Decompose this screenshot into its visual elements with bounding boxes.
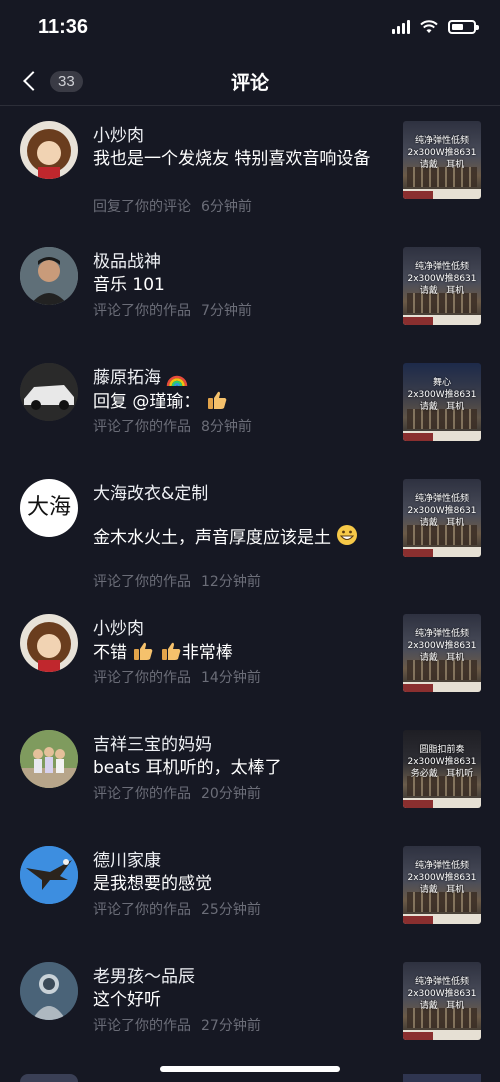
comment-item[interactable]: 极品战神 音乐 101 评论了你的作品 7分钟前 纯净弹性低频 2x300W推86… [0, 233, 500, 343]
comment-action: 评论了你的作品 [93, 670, 191, 686]
comment-text: 不错 非常棒 [93, 641, 393, 665]
comment-item[interactable]: 小炒肉 不错 非常棒 评论了你的作品 14分钟前 纯净弹性低频 2x300W推86… [0, 600, 500, 710]
thumbnail-caption: 纯净弹性低频 2x300W推8631 请戴 耳机 [407, 861, 477, 895]
comment-action: 评论了你的作品 [93, 786, 191, 802]
comment-action: 评论了你的作品 [93, 902, 191, 918]
comment-text: beats 耳机听的，太棒了 [93, 758, 282, 778]
comment-text-body: 不错 [93, 643, 127, 663]
comment-time: 7分钟前 [201, 303, 252, 319]
comment-time: 8分钟前 [201, 419, 252, 435]
avatar[interactable] [20, 121, 78, 179]
video-thumbnail[interactable]: 纯净弹性低频 2x300W推8631 请戴 耳机 [403, 121, 481, 199]
nav-bar: 33 评论 [0, 56, 500, 106]
comment-action: 评论了你的作品 [93, 574, 191, 590]
comment-meta: 评论了你的作品 12分钟前 [93, 571, 261, 591]
comment-text: 音乐 101 [93, 275, 165, 295]
comment-item[interactable]: 藤原拓海 回复 @瑾瑜： 评论了你的作品 8分钟前 舞心 2x300W推8631 … [0, 349, 500, 459]
thumbnail-caption: 舞心 2x300W推8631 请戴 耳机 [407, 378, 477, 412]
thumbs-up-icon [207, 391, 227, 409]
page-title: 评论 [230, 72, 269, 94]
username[interactable]: 德川家康 [93, 846, 161, 871]
video-thumbnail[interactable]: 纯净弹性低频 2x300W推8631 请戴 耳机 [403, 962, 481, 1040]
wifi-icon [420, 20, 438, 33]
username[interactable]: 藤原拓海 [93, 363, 188, 388]
video-thumbnail[interactable]: 纯净弹性低频 2x300W推8631 请戴 耳机 [403, 479, 481, 557]
username[interactable]: 小炒肉 [93, 614, 144, 639]
status-bar: 11:36 [0, 0, 500, 56]
thumbnail-caption: 纯净弹性低频 2x300W推8631 请戴 耳机 [407, 262, 477, 296]
thumbnail-caption: 纯净弹性低频 2x300W推8631 请戴 耳机 [407, 136, 477, 170]
comment-text: 是我想要的感觉 [93, 874, 212, 894]
avatar[interactable] [20, 730, 78, 788]
comment-time: 6分钟前 [201, 199, 252, 215]
avatar[interactable] [20, 247, 78, 305]
comment-meta: 评论了你的作品 20分钟前 [93, 783, 261, 803]
comment-meta: 评论了你的作品 27分钟前 [93, 1015, 261, 1035]
thumbnail-caption: 纯净弹性低频 2x300W推8631 请戴 耳机 [407, 977, 477, 1011]
username[interactable]: 老男孩～品辰 [93, 962, 195, 987]
avatar[interactable] [20, 846, 78, 904]
comment-meta: 评论了你的作品 25分钟前 [93, 899, 261, 919]
thumbnail-caption: 纯净弹性低频 2x300W推8631 请戴 耳机 [407, 494, 477, 528]
battery-icon [448, 20, 479, 34]
thumbnail-caption: 纯净弹性低频 2x300W推8631 请戴 耳机 [407, 629, 477, 663]
comment-item-partial [0, 1074, 500, 1082]
avatar-text: 大海 [26, 495, 71, 520]
comment-text-body: 回复 @瑾瑜： [93, 392, 201, 412]
comment-text-suffix: 非常棒 [181, 643, 233, 663]
username[interactable]: 小炒肉 [93, 121, 144, 146]
avatar[interactable] [20, 363, 78, 421]
comment-item[interactable]: 德川家康 是我想要的感觉 评论了你的作品 25分钟前 纯净弹性低频 2x300W推… [0, 832, 500, 942]
comment-text: 金木水火土，声音厚度应该是土 [93, 524, 393, 550]
comment-text: 这个好听 [93, 990, 161, 1010]
comment-action: 评论了你的作品 [93, 1018, 191, 1034]
comment-text-body: 金木水火土，声音厚度应该是土 [93, 528, 331, 548]
comment-meta: 回复了你的评论 6分钟前 [93, 196, 252, 216]
username[interactable]: 大海改衣&定制 [93, 479, 208, 504]
video-thumbnail[interactable]: 纯净弹性低频 2x300W推8631 请戴 耳机 [403, 614, 481, 692]
username[interactable]: 极品战神 [93, 247, 161, 272]
comment-time: 27分钟前 [201, 1018, 261, 1034]
avatar[interactable] [20, 962, 78, 1020]
comment-action: 评论了你的作品 [93, 303, 191, 319]
comment-time: 14分钟前 [201, 670, 261, 686]
thumbs-up-icon [161, 642, 181, 660]
comment-action: 评论了你的作品 [93, 419, 191, 435]
grinning-face-icon [337, 525, 358, 545]
username[interactable]: 吉祥三宝的妈妈 [93, 730, 212, 755]
comment-text: 我也是一个发烧友 特别喜欢音响设备 [93, 149, 371, 169]
comment-time: 25分钟前 [201, 902, 261, 918]
video-thumbnail[interactable]: 纯净弹性低频 2x300W推8631 请戴 耳机 [403, 247, 481, 325]
comment-item[interactable]: 大海 大海改衣&定制 金木水火土，声音厚度应该是土 评论了你的作品 12分钟前 纯… [0, 465, 500, 591]
video-thumbnail[interactable]: 纯净弹性低频 2x300W推8631 请戴 耳机 [403, 846, 481, 924]
comment-time: 20分钟前 [201, 786, 261, 802]
comment-action: 回复了你的评论 [93, 199, 191, 215]
video-thumbnail[interactable]: 圆脂扣前奏 2x300W推8631 务必戴 耳机听 [403, 730, 481, 808]
video-thumbnail[interactable]: 舞心 2x300W推8631 请戴 耳机 [403, 363, 481, 441]
status-time: 11:36 [38, 16, 89, 38]
avatar[interactable] [20, 614, 78, 672]
rainbow-icon [167, 375, 188, 386]
comment-item[interactable]: 老男孩～品辰 这个好听 评论了你的作品 27分钟前 纯净弹性低频 2x300W推8… [0, 948, 500, 1058]
comment-item[interactable]: 小炒肉 我也是一个发烧友 特别喜欢音响设备 回复了你的评论 6分钟前 纯净弹性低频… [0, 107, 500, 223]
comment-item[interactable]: 吉祥三宝的妈妈 beats 耳机听的，太棒了 评论了你的作品 20分钟前 圆脂扣前… [0, 716, 500, 826]
thumbs-up-icon [134, 642, 153, 660]
avatar[interactable]: 大海 [20, 479, 78, 537]
status-icons [392, 20, 479, 34]
thumbnail-caption: 圆脂扣前奏 2x300W推8631 务必戴 耳机听 [407, 745, 477, 779]
comment-text: 回复 @瑾瑜： [93, 390, 393, 414]
home-indicator [160, 1066, 340, 1072]
comment-meta: 评论了你的作品 8分钟前 [93, 416, 252, 436]
comment-meta: 评论了你的作品 7分钟前 [93, 300, 252, 320]
username-text: 藤原拓海 [93, 368, 161, 388]
comment-meta: 评论了你的作品 14分钟前 [93, 667, 261, 687]
cellular-signal-icon [392, 20, 410, 34]
comment-time: 12分钟前 [201, 574, 261, 590]
